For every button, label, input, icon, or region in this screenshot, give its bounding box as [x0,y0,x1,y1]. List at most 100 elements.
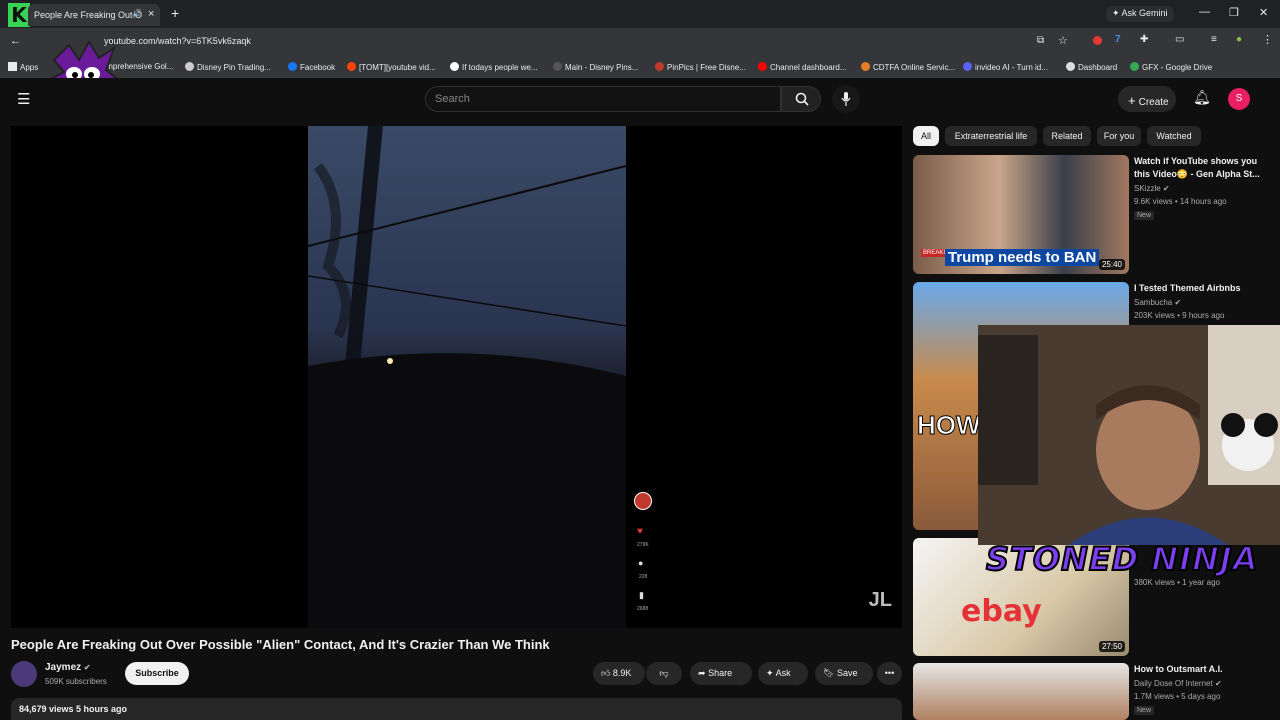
bookmark-label: invideo AI - Turn id... [975,63,1048,72]
recommendation-title[interactable]: Watch if YouTube shows you this Video😳 -… [1134,155,1274,181]
chip-watched[interactable]: Watched [1147,126,1201,146]
profile-icon[interactable]: ● [1236,34,1242,45]
restore-icon[interactable]: ❐ [1229,6,1239,19]
extension-icon[interactable]: 7 [1115,34,1121,45]
new-tab-icon[interactable]: + [171,5,179,21]
recommendation-meta: 1.7M views • 5 days ago [1134,692,1221,701]
bookmark-item[interactable]: CDTFA Online Servic... [861,62,955,72]
recommendation-meta: 9.6K views • 14 hours ago [1134,197,1227,206]
ask-gemini-button[interactable]: ✦ Ask Gemini [1106,6,1174,22]
extension-icon[interactable] [1093,36,1102,45]
chip-related[interactable]: Related [1043,126,1091,146]
video-player[interactable]: ♥ 279K ● 228 ▮ 2688 JL [11,126,902,628]
recommendation-channel[interactable]: SKizzle ✔ [1134,184,1170,193]
create-button[interactable]: + Create [1118,86,1176,112]
recommendation-title[interactable]: I Tested Themed Airbnbs [1134,282,1274,295]
bookmark-item[interactable]: Channel dashboard... [758,62,847,72]
comment-icon: ● [638,558,644,568]
bookmark-label: Disney Pin Trading... [197,63,271,72]
bookmark-item[interactable]: [TOMT][youtube vid... [347,62,436,72]
share-label: Share [708,668,733,678]
bookmark-item[interactable]: Disney Pin Trading... [185,62,271,72]
like-count: 8.9K [612,668,632,678]
tab-close-icon[interactable]: × [148,8,154,20]
dislike-button[interactable]: 👎︎ [646,662,682,685]
recommendation-thumbnail[interactable]: BREAKING NEWS Trump needs to BAN 25:40 [913,155,1129,274]
verified-icon: ✔ [1174,298,1182,307]
night-sky-scene [308,126,626,628]
bookmark-item[interactable]: Facebook [288,62,335,72]
browser-menu-icon[interactable]: ⋮ [1262,33,1273,46]
sparkle-icon: ✦ [766,668,774,678]
bookmark-label: [TOMT][youtube vid... [359,63,436,72]
bookmark-item[interactable]: invideo AI - Turn id... [963,62,1048,72]
ask-button[interactable]: ✦ Ask [758,662,808,685]
bookmark-item[interactable]: GFX - Google Drive [1130,62,1212,72]
channel-text: Daily Dose Of Internet [1134,679,1213,688]
install-app-icon[interactable]: ⧉ [1037,35,1044,46]
bookmark-item[interactable]: Main - Disney Pins... [553,62,638,72]
like-button[interactable]: 👍︎ 8.9K [593,662,645,685]
apps-grid-icon [8,62,17,71]
recommendation-thumbnail[interactable] [913,663,1129,720]
subscriber-count: 509K subscribers [45,677,107,686]
recommendation-meta: 380K views • 1 year ago [1134,578,1220,587]
bookmark-icon: ▮ [639,590,644,600]
search-input[interactable]: Search [425,86,781,112]
dashboard-icon [1066,62,1075,71]
bookmark-item[interactable]: PinPics | Free Disne... [655,62,746,72]
channel-text: SKizzle [1134,184,1161,193]
create-label: Create [1138,97,1169,108]
pinpics-icon [655,62,664,71]
bookmark-item[interactable]: Dashboard [1066,62,1117,72]
bookmark-apps[interactable]: Apps [8,62,38,72]
video-duration: 27:50 [1098,641,1125,652]
bookmark-star-icon[interactable]: ☆ [1058,34,1068,47]
minimize-icon[interactable]: — [1199,6,1210,18]
bookmark-label: Dashboard [1078,63,1118,72]
verified-icon: ✔ [1214,679,1222,688]
extensions-puzzle-icon[interactable]: ✚ [1140,34,1148,45]
save-button[interactable]: 🔖︎ Save [815,662,873,685]
notifications-bell-icon[interactable]: 🔔︎ [1193,89,1211,106]
thumbs-up-icon: 👍︎ [601,668,611,678]
recommendation-channel[interactable]: Sambucha ✔ [1134,298,1181,307]
chip-for-you[interactable]: For you [1097,126,1141,146]
overlay-like-count: 279K [637,542,649,548]
chip-all[interactable]: All [913,126,939,146]
disney-pins-icon [553,62,562,71]
share-button[interactable]: ➦ Share [690,662,752,685]
k-logo: K [8,3,30,27]
microphone-icon [841,92,851,106]
sidebar-icon[interactable]: ▭ [1175,34,1184,45]
recommendation-channel[interactable]: Daily Dose Of Internet ✔ [1134,679,1222,688]
tab-title: People Are Freaking Out O [34,10,143,20]
chip-extraterrestrial-life[interactable]: Extraterrestrial life [945,126,1037,146]
search-button[interactable] [781,86,821,112]
voice-search-button[interactable] [832,85,860,113]
subscribe-button[interactable]: Subscribe [125,662,189,685]
bookmark-label: PinPics | Free Disne... [667,63,746,72]
more-actions-button[interactable]: ••• [877,662,902,685]
url-text: youtube.com/watch?v=6TK5vk6zaqk [104,36,251,46]
window-close-icon[interactable]: ✕ [1259,6,1268,19]
save-label: Save [836,668,858,678]
streamer-figure [978,325,1280,545]
description-box[interactable]: 84,679 views 5 hours ago [11,698,902,720]
reddit-icon [347,62,356,71]
recommendation-title[interactable]: How to Outsmart A.I. [1134,663,1274,676]
channel-text: Sambucha [1134,298,1173,307]
bookmark-item[interactable]: If todays people we... [450,62,538,72]
media-controls-icon[interactable]: ≡ [1211,34,1217,45]
more-icon: ••• [884,668,895,678]
channel-name[interactable]: Jaymez ✔ [45,662,91,673]
back-icon[interactable]: ← [10,35,21,47]
thumbs-down-icon: 👎︎ [659,668,669,678]
hamburger-menu-icon[interactable]: ☰ [17,90,30,108]
channel-avatar[interactable] [11,661,37,687]
account-avatar[interactable]: S [1228,88,1250,110]
audio-icon[interactable]: 🔊 [132,9,142,18]
browser-tab[interactable]: People Are Freaking Out O 🔊 × [28,4,160,26]
google-drive-icon [1130,62,1139,71]
video-frame [308,126,626,628]
